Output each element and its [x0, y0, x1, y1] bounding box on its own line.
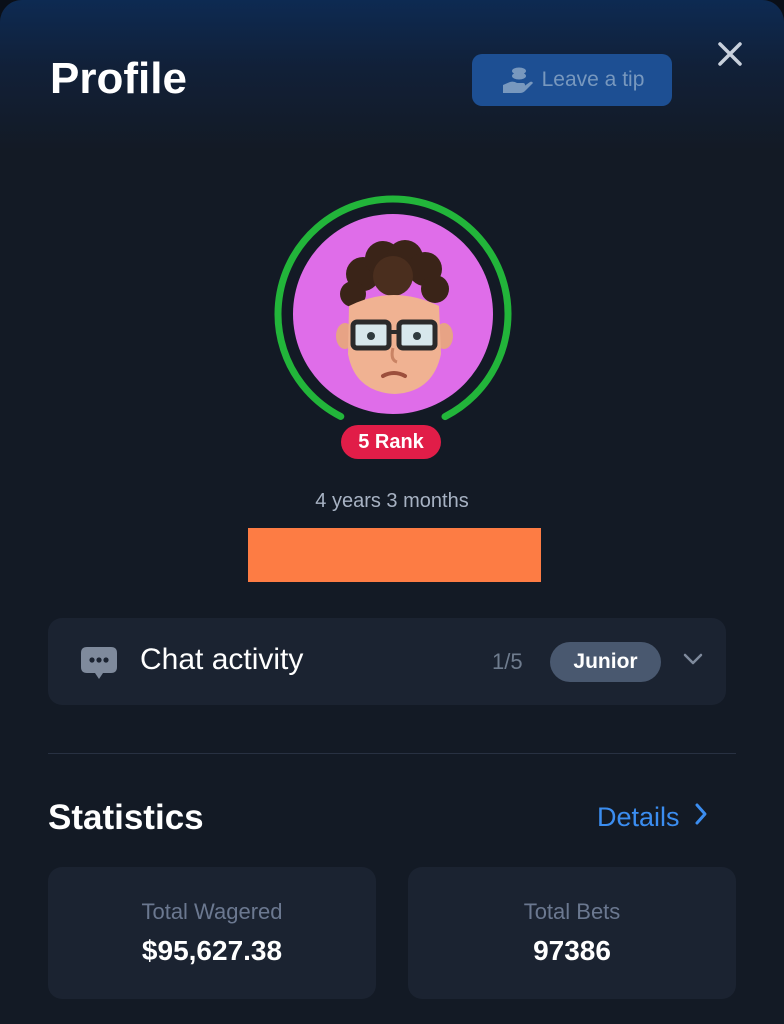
rank-badge: 5 Rank	[341, 425, 441, 459]
close-icon	[717, 41, 743, 72]
details-link[interactable]: Details	[597, 802, 708, 833]
statistics-title: Statistics	[48, 798, 204, 837]
close-button[interactable]	[712, 38, 748, 74]
stat-value: 97386	[533, 935, 611, 966]
chat-activity-card[interactable]: Chat activity 1/5 Junior	[48, 618, 726, 705]
stat-card-total-wagered: Total Wagered $95,627.38	[48, 867, 376, 999]
page-title: Profile	[50, 54, 187, 103]
leave-tip-button[interactable]: Leave a tip	[472, 54, 672, 106]
stat-card-total-bets: Total Bets 97386	[408, 867, 736, 999]
chat-bubble-icon	[80, 645, 118, 686]
chevron-right-icon	[694, 802, 708, 833]
username-redacted	[248, 528, 541, 582]
chat-activity-label: Chat activity	[140, 643, 304, 676]
stat-value: $95,627.38	[141, 935, 283, 966]
chevron-down-icon[interactable]	[682, 652, 704, 671]
chat-level-badge: Junior	[550, 642, 661, 682]
profile-modal: Profile Leave a tip 5 Rank 4 years 3 mon…	[0, 0, 784, 1024]
details-label: Details	[597, 802, 680, 832]
stat-label: Total Wagered	[141, 899, 283, 924]
avatar	[293, 214, 493, 414]
coin-hand-icon	[500, 65, 534, 95]
membership-duration: 4 years 3 months	[315, 490, 469, 512]
divider	[48, 753, 736, 754]
stat-label: Total Bets	[523, 899, 621, 924]
chat-activity-count: 1/5	[492, 649, 523, 674]
leave-tip-label: Leave a tip	[541, 68, 645, 91]
avatar-container[interactable]	[272, 193, 514, 435]
